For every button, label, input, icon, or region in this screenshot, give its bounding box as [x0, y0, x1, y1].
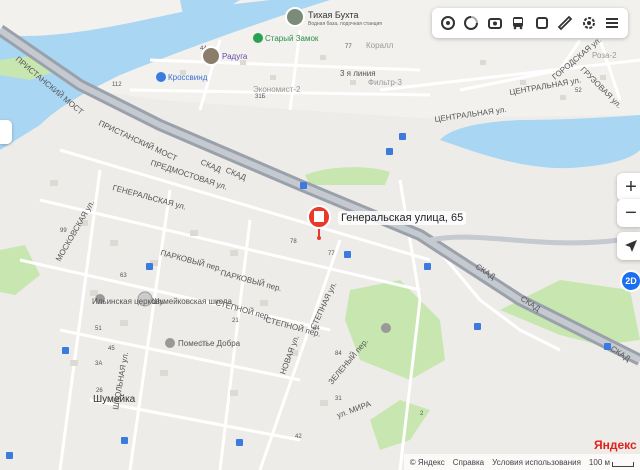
layers-button[interactable] [437, 12, 459, 34]
house-number: 31Б [255, 94, 266, 100]
building-icon [314, 211, 324, 222]
place-label-tikhaya-bukhta-sub: Водная база, лодочная станция [308, 21, 382, 27]
place-label-ekonomist-2: Экономист-2 [253, 85, 301, 94]
transport-button[interactable] [507, 12, 529, 34]
menu-icon [606, 18, 619, 28]
pin-address-label: Генеральская улица, 65 [338, 211, 467, 225]
map-footer: © Яндекс Справка Условия использования 1… [403, 454, 640, 470]
tikhaya-bukhta-photo-icon [285, 7, 305, 27]
yandex-logo: Яндекс [594, 438, 637, 452]
place-label-shumeyka: Шумейка [93, 394, 136, 405]
place-label-korall: Коралл [366, 41, 394, 50]
panorama-button[interactable] [484, 12, 506, 34]
bus-stop-icon [300, 182, 307, 189]
house-number: 45 [108, 346, 115, 352]
gear-icon [582, 17, 595, 29]
bus-stop-icon [604, 343, 611, 350]
location-arrow-icon [625, 240, 637, 252]
house-number: 112 [112, 82, 122, 88]
panorama-icon [487, 18, 502, 29]
place-label-filtr-3: Фильтр-3 [368, 78, 403, 87]
scale-bar [612, 461, 634, 467]
house-number: 99 [60, 228, 67, 234]
bus-stop-icon [474, 323, 481, 330]
terms-link[interactable]: Условия использования [492, 458, 581, 467]
park-icon [253, 33, 263, 43]
traffic-light-icon [464, 16, 479, 30]
bus-stop-icon [424, 263, 431, 270]
bus-stop-icon [62, 347, 69, 354]
menu-button[interactable] [601, 12, 623, 34]
bus-stop-icon [344, 251, 351, 258]
bus-stop-icon [146, 263, 153, 270]
bookmark-icon [535, 17, 548, 29]
layers-icon [440, 16, 455, 30]
map-toolbar [432, 8, 628, 38]
zoom-out-button[interactable]: − [617, 199, 640, 227]
ruler-icon [557, 15, 573, 31]
house-number: 64 [313, 326, 320, 332]
place-label-shumeykovskaya-shkola: Шумейковская школа [152, 297, 232, 306]
settings-button[interactable] [578, 12, 600, 34]
street-label: 3 я линия [340, 69, 376, 78]
zoom-in-button[interactable]: + [617, 173, 640, 201]
scale-indicator: 100 м [589, 458, 634, 467]
bus-stop-icon [121, 437, 128, 444]
house-number: 77 [328, 251, 335, 257]
place-label-stary-zamok: Старый Замок [265, 34, 319, 43]
traffic-button[interactable] [460, 12, 482, 34]
bus-icon [513, 17, 524, 30]
house-number: 78 [290, 239, 297, 245]
bus-stop-icon [6, 452, 13, 459]
view-mode-2d-button[interactable]: 2D [620, 270, 640, 292]
place-label-krossvind: Кроссвинд [168, 73, 208, 82]
map-canvas[interactable]: ПРИСТАНСКИЙ МОСТ ПРИСТАНСКИЙ МОСТ СКАД С… [0, 0, 640, 470]
house-number: 21 [232, 318, 239, 324]
geolocation-button[interactable] [617, 232, 640, 260]
poi-icon [165, 338, 175, 348]
sport-icon [156, 72, 166, 82]
house-number: 63 [120, 273, 127, 279]
place-label-raduga: Радуга [222, 52, 248, 61]
house-number: 77 [345, 44, 352, 50]
bus-stop-icon [386, 148, 393, 155]
house-number: 42 [295, 434, 302, 440]
side-panel-toggle[interactable] [0, 120, 12, 144]
house-number: 3А [95, 361, 102, 367]
poi-icon [381, 323, 391, 333]
house-number: 84 [335, 351, 342, 357]
house-number: 51 [95, 326, 102, 332]
house-number: 52 [575, 88, 582, 94]
help-link[interactable]: Справка [453, 458, 484, 467]
place-label-roza-2: Роза-2 [592, 51, 617, 60]
ruler-button[interactable] [554, 12, 576, 34]
raduga-photo-icon [201, 46, 221, 66]
scale-label: 100 м [588, 457, 610, 467]
house-number: 31 [335, 396, 342, 402]
bus-stop-icon [399, 133, 406, 140]
place-label-tikhaya-bukhta: Тихая Бухта [308, 10, 359, 20]
bus-stop-icon [236, 439, 243, 446]
bookmarks-button[interactable] [531, 12, 553, 34]
place-label-pomestye-dobra: Поместье Добра [178, 339, 241, 348]
copyright-link[interactable]: © Яндекс [410, 458, 445, 467]
